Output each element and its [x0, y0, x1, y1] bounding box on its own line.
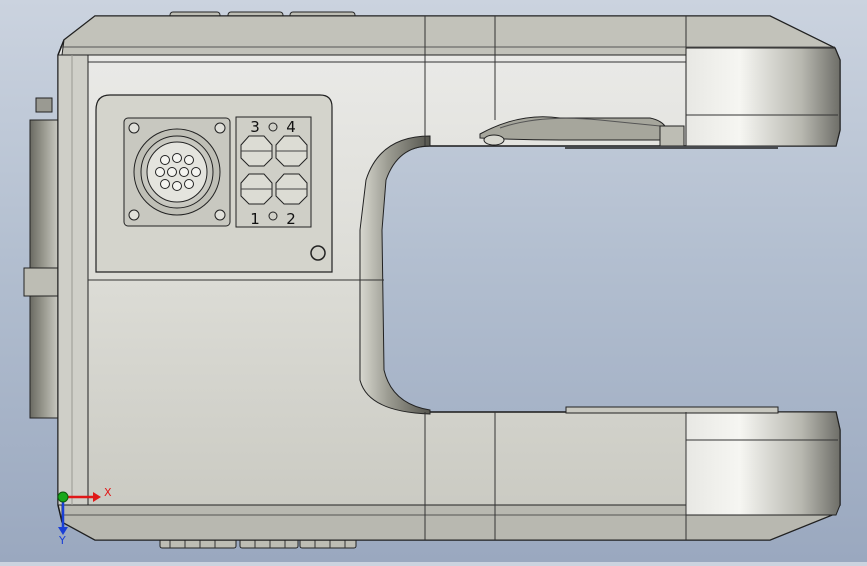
inner-jaw-surface — [359, 135, 431, 415]
lower-arm-tip — [685, 411, 841, 516]
lower-jaw-pad — [565, 406, 779, 414]
round-connector[interactable] — [123, 117, 231, 227]
indicator-hole — [310, 245, 326, 261]
upper-arm-tip — [685, 47, 841, 147]
left-side-bracket — [23, 97, 59, 419]
quad-connector[interactable]: 3 4 1 2 — [235, 116, 312, 228]
x-axis-label: X — [104, 486, 112, 499]
pin-label-1: 1 — [250, 210, 260, 228]
y-axis-label: Y — [58, 534, 66, 547]
cad-viewport[interactable]: 3 4 1 2 X Y — [0, 0, 867, 562]
triad-origin — [57, 491, 69, 503]
model-canvas[interactable]: 3 4 1 2 X Y — [0, 0, 867, 562]
pin-label-3: 3 — [250, 118, 260, 136]
pin-label-2: 2 — [286, 210, 296, 228]
pin-label-4: 4 — [286, 118, 296, 136]
